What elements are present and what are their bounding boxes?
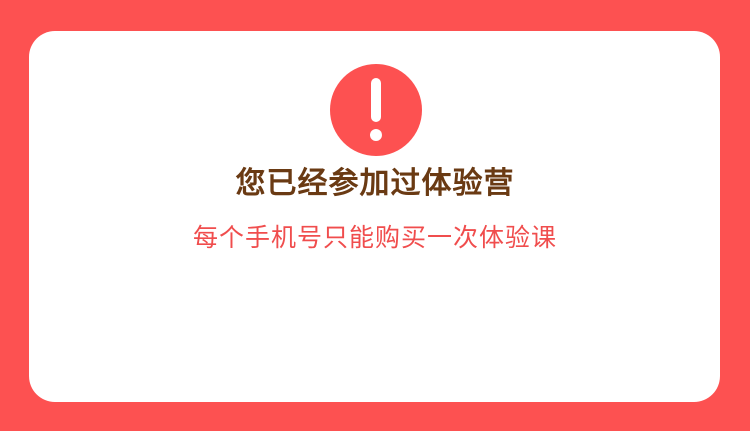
dialog-title: 您已经参加过体验营 (235, 166, 515, 201)
exclamation-bar (371, 78, 381, 122)
exclamation-dot (370, 129, 382, 141)
dialog-message: 每个手机号只能购买一次体验课 (192, 223, 557, 252)
exclamation-circle-icon (330, 64, 422, 156)
